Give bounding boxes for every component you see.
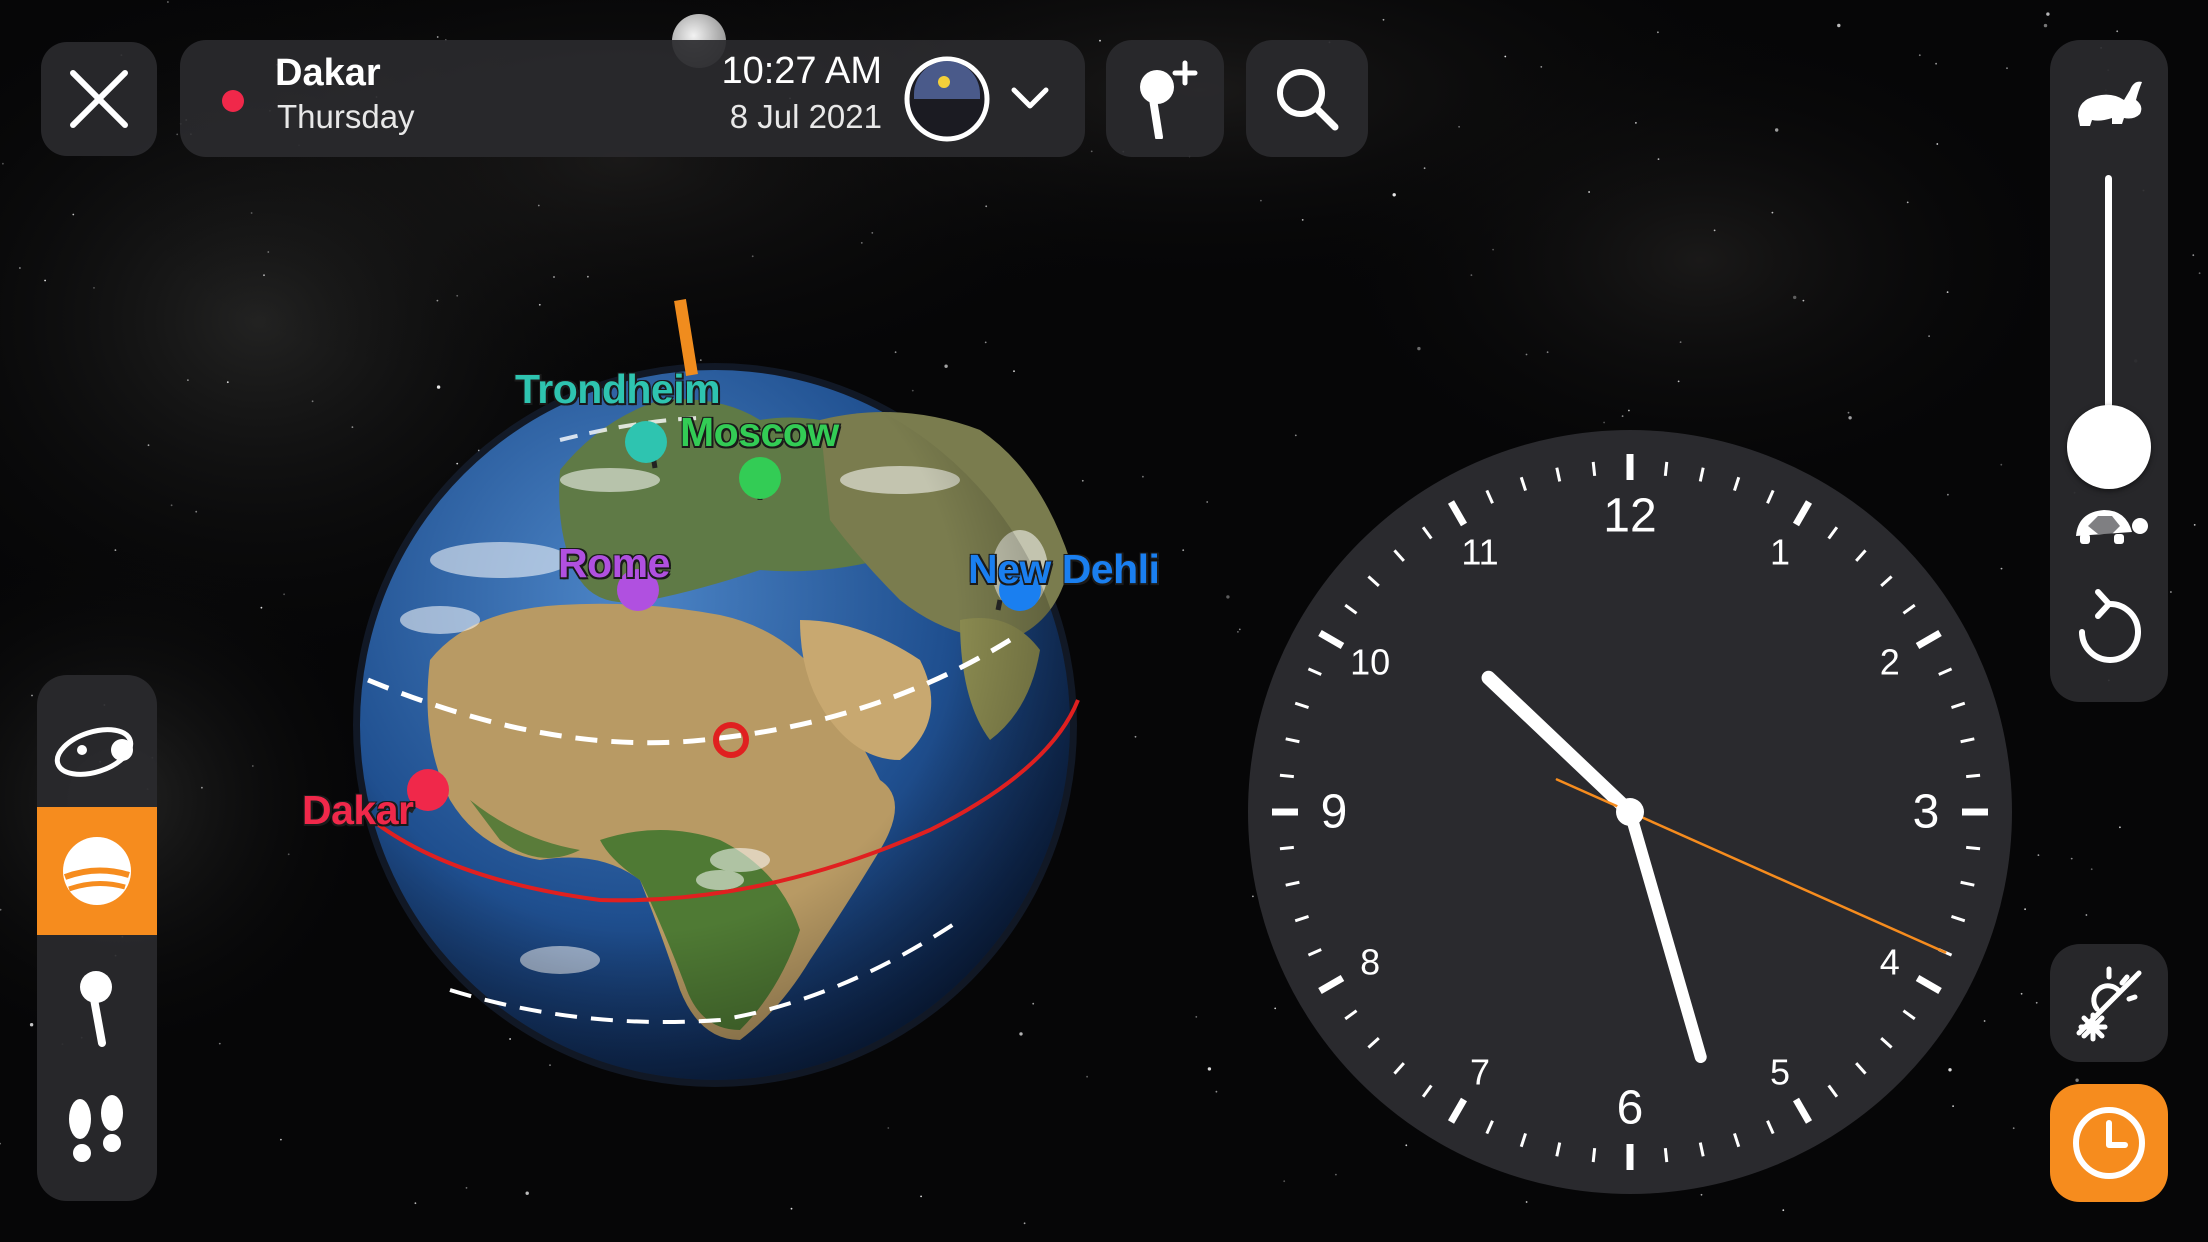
city-label-trondheim[interactable]: Trondheim <box>515 366 721 413</box>
pin-trondheim[interactable] <box>622 421 666 465</box>
search-button[interactable] <box>1246 40 1368 157</box>
city-label-new-dehli[interactable]: New Dehli <box>968 546 1160 593</box>
climate-toggle-button[interactable] <box>2050 944 2168 1062</box>
city-label-moscow[interactable]: Moscow <box>680 409 839 456</box>
sun-snow-icon <box>2076 966 2142 1042</box>
pins-view-button[interactable] <box>37 943 157 1071</box>
location-color-dot <box>222 90 244 112</box>
chevron-down-icon[interactable] <box>1010 80 1050 116</box>
city-label-dakar[interactable]: Dakar <box>302 787 414 834</box>
close-icon <box>70 70 128 128</box>
planet-icon <box>63 837 131 905</box>
close-button[interactable] <box>41 42 157 156</box>
moon-phase-dial-icon[interactable] <box>902 54 992 144</box>
add-pin-icon <box>1140 60 1198 139</box>
clock-icon <box>2073 1107 2145 1179</box>
location-day: Thursday <box>277 98 415 135</box>
rabbit-icon[interactable] <box>2072 72 2146 132</box>
pin-icon <box>80 971 112 1047</box>
reset-icon[interactable] <box>2072 588 2146 666</box>
walk-view-button[interactable] <box>37 1067 157 1195</box>
city-label-rome[interactable]: Rome <box>558 540 670 587</box>
footsteps-icon <box>69 1095 123 1162</box>
location-city: Dakar <box>275 52 381 94</box>
location-date: 8 Jul 2021 <box>729 98 882 135</box>
search-icon <box>1277 68 1339 130</box>
speed-slider-thumb[interactable] <box>2067 405 2151 489</box>
location-time-panel[interactable]: Dakar Thursday 10:27 AM 8 Jul 2021 <box>180 40 1085 157</box>
location-time: 10:27 AM <box>721 50 882 92</box>
time-speed-panel <box>2050 40 2168 702</box>
orbit-icon <box>54 727 134 777</box>
orbit-view-button[interactable] <box>37 685 157 813</box>
globe-view-button[interactable] <box>37 807 157 935</box>
turtle-icon[interactable] <box>2068 502 2150 550</box>
add-pin-button[interactable] <box>1106 40 1224 157</box>
clock-toggle-button[interactable] <box>2050 1084 2168 1202</box>
view-mode-toolbar <box>37 675 157 1201</box>
